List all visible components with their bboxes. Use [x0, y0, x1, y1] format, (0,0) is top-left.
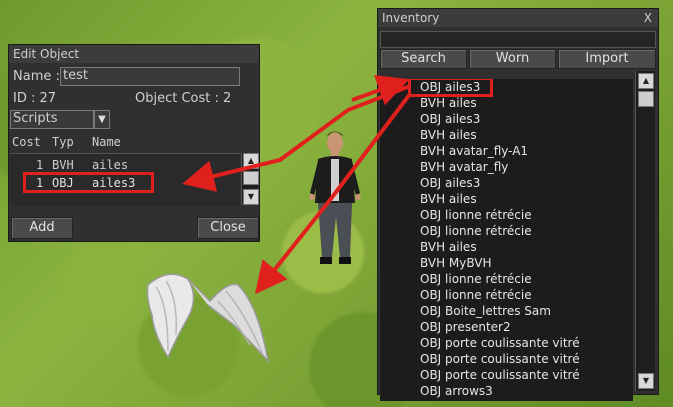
arrow-to-edit-row: [182, 84, 411, 192]
arrow-to-wings: [255, 92, 412, 295]
annotation-arrows: [182, 75, 412, 295]
